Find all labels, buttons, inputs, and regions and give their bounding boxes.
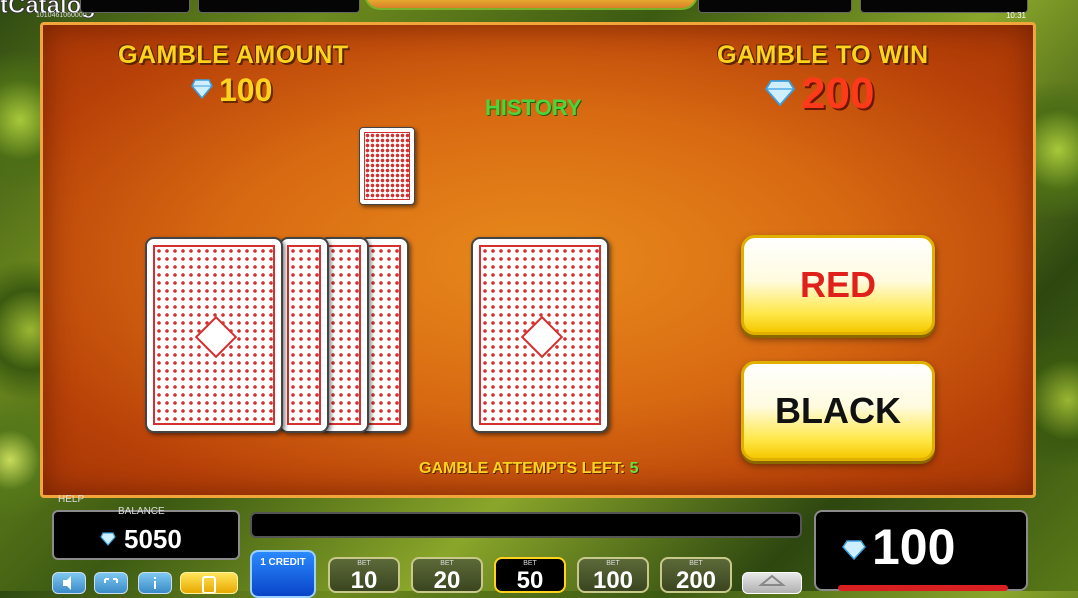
diamond-icon: [842, 540, 866, 560]
help-label: HELP: [58, 494, 85, 505]
win-display-bar: [838, 585, 1008, 591]
bet-label: BET: [606, 560, 620, 567]
bet-value: 100: [592, 567, 634, 594]
gamble-card: [471, 237, 609, 433]
deck-card-front: [145, 237, 283, 433]
credit-label: 1 CREDIT: [260, 557, 306, 568]
gamble-attempts-value: 5: [629, 460, 639, 477]
balance-label: BALANCE: [118, 506, 165, 517]
win-display-value: 100: [872, 519, 956, 575]
bet-button-200[interactable]: BET 200: [660, 557, 732, 594]
bet-label: BET: [689, 560, 703, 567]
bet-value: 20: [433, 567, 461, 594]
history-card: [359, 127, 415, 205]
game-title-logo: [364, 0, 698, 10]
top-display-1: [80, 0, 190, 13]
bet-button-100[interactable]: BET 100: [577, 557, 649, 594]
logo-subtext: 1010461060000: [36, 12, 87, 19]
bet-button-20[interactable]: BET 20: [411, 557, 483, 594]
speaker-icon: [63, 576, 71, 590]
bet-label: BET: [357, 560, 371, 567]
bet-value: 50: [516, 567, 544, 594]
balance-box: BALANCE 5050: [52, 506, 240, 560]
gamble-attempts-label: GAMBLE ATTEMPTS LEFT:: [419, 460, 626, 477]
diamond-icon: [100, 532, 116, 546]
gamble-panel: GAMBLE AMOUNT 100 HISTORY GAMBLE TO WIN …: [40, 22, 1036, 498]
balance-value: 5050: [124, 524, 182, 554]
bet-value: 200: [675, 567, 717, 594]
fullscreen-icon: [104, 578, 118, 583]
black-button[interactable]: BLACK: [741, 361, 935, 461]
gamble-amount-label: GAMBLE AMOUNT: [118, 41, 349, 69]
top-display-2: [198, 0, 360, 13]
top-display-4: [860, 0, 1028, 13]
bet-value: 10: [350, 567, 378, 594]
diamond-icon: [765, 80, 795, 106]
bet-label: BET: [523, 560, 537, 567]
gamble-to-win-label: GAMBLE TO WIN: [717, 41, 929, 69]
card-icon: [202, 576, 216, 594]
red-button[interactable]: RED: [741, 235, 935, 335]
gamble-to-win-value: 200: [801, 69, 875, 118]
gamble-amount-value: 100: [219, 72, 273, 108]
deck-card: [279, 237, 329, 433]
info-icon: [154, 577, 156, 589]
bet-button-10[interactable]: BET 10: [328, 557, 400, 594]
top-bar: tCatalog 1010461060000 10:31: [0, 0, 1078, 20]
message-bar: [250, 512, 802, 538]
diamond-icon: [191, 79, 213, 99]
win-display: 100: [814, 510, 1028, 591]
top-display-3: [698, 0, 852, 13]
bet-label: BET: [440, 560, 454, 567]
gamble-attempts: GAMBLE ATTEMPTS LEFT: 5: [419, 460, 639, 478]
clock: 10:31: [1005, 11, 1026, 20]
history-label: HISTORY: [485, 95, 582, 120]
bet-button-50[interactable]: BET 50: [494, 557, 566, 594]
home-icon: [758, 574, 786, 586]
